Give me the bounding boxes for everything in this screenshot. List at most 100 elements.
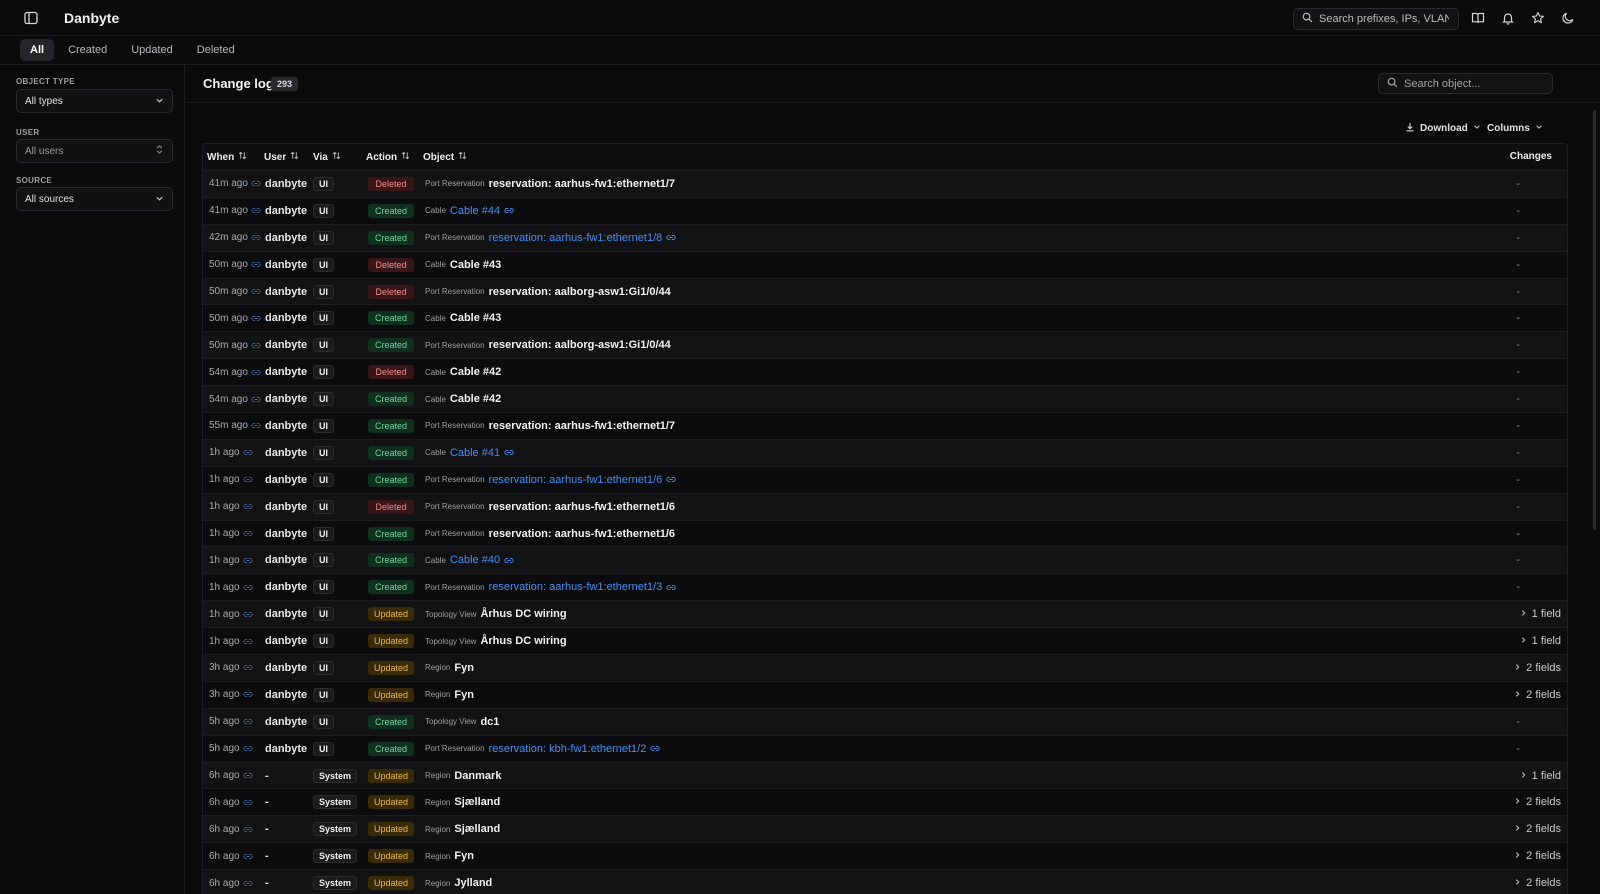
table-row[interactable]: 50m ago danbyte UI Created Port Reservation r… xyxy=(203,332,1567,360)
changes-cell[interactable]: 2 fields xyxy=(1514,816,1561,842)
table-row[interactable]: 41m ago danbyte UI Created Cable Cable #44 - xyxy=(203,197,1567,225)
global-search-input[interactable] xyxy=(1319,13,1449,25)
table-row[interactable]: 6h ago - System Updated Region Sjælland 2 fiel… xyxy=(203,816,1567,844)
changes-cell[interactable]: 2 fields xyxy=(1514,682,1561,708)
link-icon[interactable] xyxy=(666,476,676,483)
object-name[interactable]: reservation: aarhus-fw1:ethernet1/6 xyxy=(489,474,663,486)
link-icon[interactable] xyxy=(251,422,261,429)
object-name[interactable]: Cable #44 xyxy=(450,205,500,217)
table-row[interactable]: 3h ago danbyte UI Updated Region Fyn 2 fields xyxy=(203,655,1567,682)
link-icon[interactable] xyxy=(251,261,261,268)
link-icon[interactable] xyxy=(251,369,261,376)
table-row[interactable]: 1h ago danbyte UI Updated Topology View Århus… xyxy=(203,628,1567,656)
column-header-object[interactable]: Object xyxy=(423,151,467,163)
link-icon[interactable] xyxy=(242,745,253,752)
tab-created[interactable]: Created xyxy=(58,39,117,61)
link-icon[interactable] xyxy=(251,396,261,403)
table-row[interactable]: 50m ago danbyte UI Deleted Port Reservation r… xyxy=(203,278,1567,306)
link-icon[interactable] xyxy=(242,880,253,887)
table-row[interactable]: 42m ago danbyte UI Created Port Reservation r… xyxy=(203,224,1567,252)
table-row[interactable]: 55m ago danbyte UI Created Port Reservation r… xyxy=(203,413,1567,440)
column-header-when[interactable]: When xyxy=(207,151,247,163)
link-icon[interactable] xyxy=(242,476,253,483)
bell-icon[interactable] xyxy=(1499,9,1517,27)
object-search[interactable] xyxy=(1378,73,1553,94)
link-icon[interactable] xyxy=(504,557,514,564)
link-icon[interactable] xyxy=(242,638,253,645)
column-header-user[interactable]: User xyxy=(264,151,299,163)
table-row[interactable]: 5h ago danbyte UI Created Topology View dc1 - xyxy=(203,708,1567,736)
changes-cell[interactable]: 2 fields xyxy=(1514,655,1561,681)
link-icon[interactable] xyxy=(666,234,676,241)
object-name[interactable]: Cable #41 xyxy=(450,447,500,459)
link-icon[interactable] xyxy=(251,207,261,214)
link-icon[interactable] xyxy=(666,584,676,591)
object-name[interactable]: reservation: aarhus-fw1:ethernet1/3 xyxy=(489,581,663,593)
changes-cell[interactable]: 1 field xyxy=(1520,628,1561,654)
link-icon[interactable] xyxy=(242,503,253,510)
link-icon[interactable] xyxy=(251,315,261,322)
tab-updated[interactable]: Updated xyxy=(121,39,183,61)
changes-cell[interactable]: 2 fields xyxy=(1514,843,1561,869)
table-row[interactable]: 5h ago danbyte UI Created Port Reservation re… xyxy=(203,735,1567,763)
link-icon[interactable] xyxy=(242,826,253,833)
table-row[interactable]: 50m ago danbyte UI Created Cable Cable #43 - xyxy=(203,305,1567,333)
table-row[interactable]: 54m ago danbyte UI Created Cable Cable #42 - xyxy=(203,386,1567,414)
object-search-input[interactable] xyxy=(1404,77,1544,90)
link-icon[interactable] xyxy=(242,799,253,806)
download-button[interactable]: Download xyxy=(1405,120,1481,136)
table-row[interactable]: 54m ago danbyte UI Deleted Cable Cable #42 - xyxy=(203,359,1567,387)
table-row[interactable]: 6h ago - System Updated Region Sjælland 2 fiel… xyxy=(203,789,1567,817)
table-row[interactable]: 50m ago danbyte UI Deleted Cable Cable #43 - xyxy=(203,251,1567,279)
link-icon[interactable] xyxy=(242,853,253,860)
table-row[interactable]: 1h ago danbyte UI Created Cable Cable #40 - xyxy=(203,547,1567,575)
link-icon[interactable] xyxy=(504,449,514,456)
user-select[interactable]: All users xyxy=(16,139,173,163)
table-row[interactable]: 6h ago - System Updated Region Fyn 2 fields xyxy=(203,843,1567,871)
table-row[interactable]: 1h ago danbyte UI Created Port Reservation re… xyxy=(203,520,1567,548)
object-name[interactable]: reservation: aarhus-fw1:ethernet1/8 xyxy=(489,232,663,244)
table-row[interactable]: 6h ago - System Updated Region Jylland 2 field… xyxy=(203,870,1567,894)
moon-icon[interactable] xyxy=(1559,9,1577,27)
object-name[interactable]: Cable #40 xyxy=(450,554,500,566)
table-row[interactable]: 1h ago danbyte UI Created Cable Cable #41 - xyxy=(203,439,1567,467)
link-icon[interactable] xyxy=(242,449,253,456)
object-name[interactable]: reservation: kbh-fw1:ethernet1/2 xyxy=(489,743,647,755)
link-icon[interactable] xyxy=(242,611,253,618)
source-select[interactable]: All sources xyxy=(16,187,173,211)
link-icon[interactable] xyxy=(242,584,253,591)
object-type-select[interactable]: All types xyxy=(16,89,173,113)
link-icon[interactable] xyxy=(251,180,261,187)
changes-cell[interactable]: 2 fields xyxy=(1514,870,1561,894)
star-icon[interactable] xyxy=(1529,9,1547,27)
global-search[interactable] xyxy=(1293,8,1459,30)
table-row[interactable]: 1h ago danbyte UI Updated Topology View Århus… xyxy=(203,601,1567,629)
sidebar-toggle-icon[interactable] xyxy=(22,9,40,27)
table-row[interactable]: 1h ago danbyte UI Created Port Reservation re… xyxy=(203,574,1567,602)
changes-cell[interactable]: 1 field xyxy=(1520,763,1561,789)
link-icon[interactable] xyxy=(242,691,253,698)
book-icon[interactable] xyxy=(1469,9,1487,27)
columns-button[interactable]: Columns xyxy=(1487,120,1543,136)
link-icon[interactable] xyxy=(242,530,253,537)
table-row[interactable]: 1h ago danbyte UI Deleted Port Reservation re… xyxy=(203,493,1567,521)
link-icon[interactable] xyxy=(242,557,253,564)
changes-cell[interactable]: 1 field xyxy=(1520,601,1561,627)
table-row[interactable]: 1h ago danbyte UI Created Port Reservation re… xyxy=(203,466,1567,494)
link-icon[interactable] xyxy=(504,207,514,214)
link-icon[interactable] xyxy=(251,288,261,295)
link-icon[interactable] xyxy=(242,718,253,725)
changes-cell[interactable]: 2 fields xyxy=(1514,789,1561,815)
tab-deleted[interactable]: Deleted xyxy=(187,39,245,61)
scrollbar[interactable] xyxy=(1593,110,1596,530)
tab-all[interactable]: All xyxy=(20,39,55,61)
link-icon[interactable] xyxy=(251,342,261,349)
link-icon[interactable] xyxy=(650,745,660,752)
link-icon[interactable] xyxy=(242,772,253,779)
table-row[interactable]: 3h ago danbyte UI Updated Region Fyn 2 fields xyxy=(203,681,1567,709)
link-icon[interactable] xyxy=(251,234,261,241)
link-icon[interactable] xyxy=(242,664,253,671)
column-header-via[interactable]: Via xyxy=(313,151,341,163)
column-header-action[interactable]: Action xyxy=(366,151,410,163)
table-row[interactable]: 41m ago danbyte UI Deleted Port Reservation r… xyxy=(203,171,1567,198)
